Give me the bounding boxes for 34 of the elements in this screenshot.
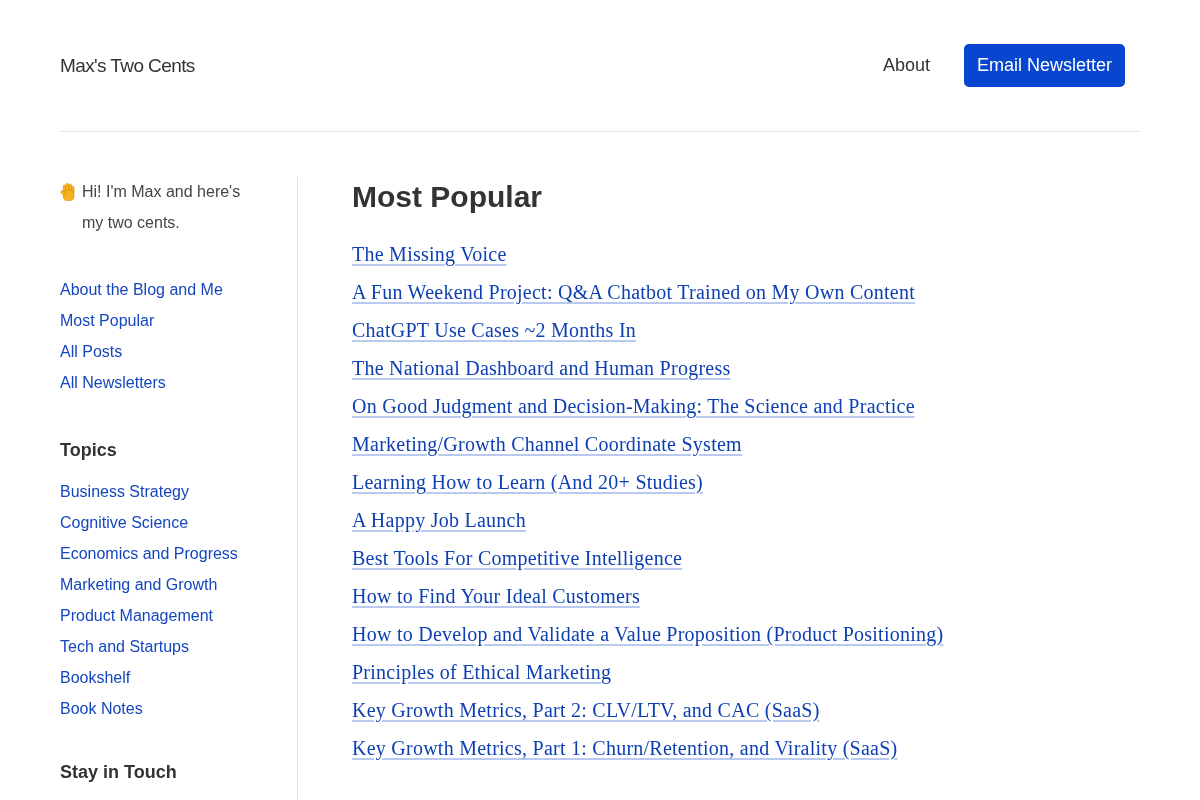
nav-link[interactable]: About [882, 55, 930, 76]
topic-link[interactable]: Book Notes [60, 700, 143, 717]
post-link[interactable]: Learning How to Learn (And 20+ Studies) [352, 471, 703, 493]
sidebar-link[interactable]: All Posts [60, 343, 123, 360]
post-link[interactable]: How to Develop and Validate a Value Proposition (Product Positioning) [352, 623, 944, 645]
topic-link[interactable]: Marketing and Growth [60, 576, 218, 593]
section-heading: Stay in Touch [60, 761, 177, 784]
page-heading: Most Popular [352, 179, 542, 215]
post-link[interactable]: ChatGPT Use Cases ~2 Months In [352, 319, 637, 341]
post-link[interactable]: Best Tools For Competitive Intelligence [352, 547, 683, 569]
topic-link[interactable]: Product Management [60, 607, 213, 624]
intro-text: Hi! I'm Max and here's my two cents. [82, 182, 242, 233]
post-link[interactable]: Key Growth Metrics, Part 2: CLV/LTV, and CAC (SaaS) [352, 699, 820, 721]
post-link[interactable]: Marketing/Growth Channel Coordinate System [352, 433, 742, 455]
topic-link[interactable]: Tech and Startups [60, 638, 189, 655]
post-link[interactable]: A Happy Job Launch [352, 509, 526, 531]
post-link[interactable]: Key Growth Metrics, Part 1: Churn/Retention, and Virality (SaaS) [352, 737, 898, 759]
topic-link[interactable]: Economics and Progress [60, 545, 238, 562]
sidebar-link[interactable]: About the Blog and Me [60, 281, 223, 298]
post-link[interactable]: On Good Judgment and Decision-Making: The Science and Practice [352, 395, 915, 417]
post-link[interactable]: A Fun Weekend Project: Q&A Chatbot Trained on My Own Content [352, 281, 915, 303]
hand-icon [60, 183, 76, 201]
post-link[interactable]: Principles of Ethical Marketing [352, 661, 612, 683]
post-link[interactable]: The Missing Voice [352, 243, 507, 265]
section-heading: Topics [60, 439, 117, 462]
newsletter-button[interactable]: Email Newsletter [963, 44, 1125, 87]
site-title[interactable]: Max's Two Cents [60, 54, 195, 77]
sidebar-link[interactable]: Most Popular [60, 312, 155, 329]
topic-link[interactable]: Bookshelf [60, 669, 131, 686]
post-link[interactable]: The National Dashboard and Human Progress [352, 357, 731, 379]
topic-link[interactable]: Cognitive Science [60, 514, 189, 531]
post-link[interactable]: How to Find Your Ideal Customers [352, 585, 640, 607]
topic-link[interactable]: Business Strategy [60, 483, 189, 500]
sidebar-link[interactable]: All Newsletters [60, 374, 166, 391]
